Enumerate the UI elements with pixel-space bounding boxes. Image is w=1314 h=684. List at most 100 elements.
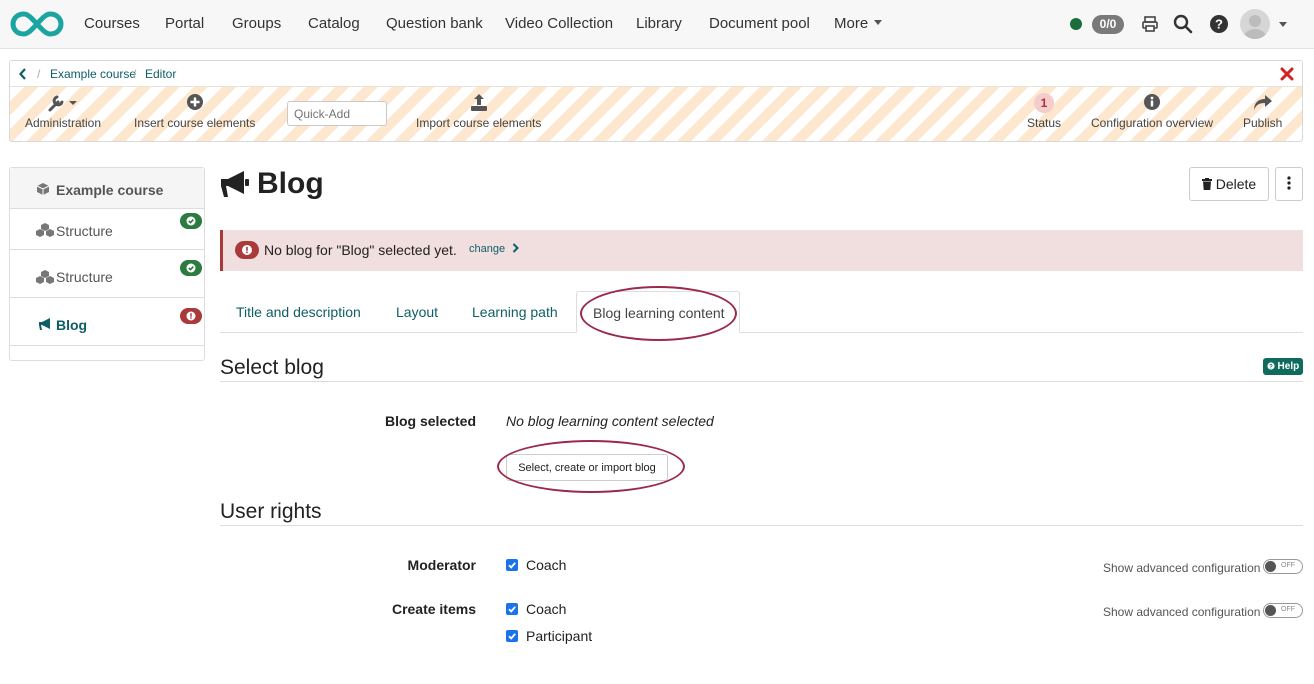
nav-courses[interactable]: Courses bbox=[84, 15, 140, 32]
search-icon[interactable] bbox=[1173, 14, 1193, 34]
select-create-import-blog-button[interactable]: Select, create or import blog bbox=[506, 454, 668, 481]
create-participant-label: Participant bbox=[526, 628, 593, 644]
help-button[interactable]: ? Help bbox=[1263, 358, 1303, 375]
administration-button[interactable]: Administration bbox=[25, 93, 101, 130]
insert-elements-button[interactable]: Insert course elements bbox=[134, 93, 255, 130]
tree-item-structure[interactable]: Structure bbox=[10, 209, 204, 250]
plus-circle-icon bbox=[186, 94, 203, 110]
course-editor-toolbar: / Example course / Editor Administration… bbox=[9, 60, 1303, 142]
info-circle-icon bbox=[1144, 94, 1161, 110]
user-rights-heading: User rights bbox=[220, 500, 1303, 526]
toolbar: Administration Insert course elements Im… bbox=[10, 87, 1302, 141]
tree-item-blog[interactable]: Blog bbox=[10, 298, 204, 346]
advanced-configuration-label: Show advanced configuration bbox=[1103, 605, 1261, 619]
avatar[interactable] bbox=[1240, 9, 1270, 39]
delete-label: Delete bbox=[1215, 176, 1257, 192]
create-coach-label: Coach bbox=[526, 601, 567, 617]
upload-icon bbox=[470, 94, 487, 111]
svg-text:?: ? bbox=[1215, 17, 1223, 32]
ok-status-icon bbox=[180, 213, 202, 229]
back-chevron-icon[interactable] bbox=[19, 68, 27, 80]
chevron-right-icon bbox=[512, 243, 520, 253]
nav-more-label: More bbox=[834, 15, 869, 32]
tree-root-label: Example course bbox=[56, 182, 164, 198]
select-blog-heading: Select blog bbox=[220, 356, 1303, 382]
question-circle-icon: ? bbox=[1267, 362, 1275, 370]
trash-icon bbox=[1201, 178, 1212, 190]
share-arrow-icon bbox=[1253, 95, 1272, 110]
toggle-knob bbox=[1265, 561, 1276, 572]
import-elements-button[interactable]: Import course elements bbox=[416, 93, 541, 130]
more-actions-button[interactable] bbox=[1275, 167, 1303, 201]
breadcrumb-editor[interactable]: Editor bbox=[145, 67, 176, 81]
status-button[interactable]: 1 Status bbox=[1027, 93, 1061, 130]
toggle-off-text: OFF bbox=[1281, 606, 1295, 613]
online-status-icon[interactable] bbox=[1070, 18, 1082, 30]
create-items-advanced-toggle[interactable]: OFF bbox=[1263, 603, 1303, 618]
error-alert: No blog for "Blog" selected yet. change bbox=[220, 230, 1303, 271]
change-link[interactable]: change bbox=[469, 243, 520, 255]
tree-item-label: Structure bbox=[56, 223, 113, 239]
breadcrumb: / Example course / Editor bbox=[10, 61, 1302, 87]
change-link-label: change bbox=[469, 243, 506, 255]
notification-count-badge[interactable]: 0/0 bbox=[1092, 15, 1124, 34]
blog-selected-value: No blog learning content selected bbox=[506, 413, 714, 429]
print-icon[interactable] bbox=[1140, 14, 1160, 34]
tree-item-label: Blog bbox=[56, 317, 88, 333]
tab-learning-path[interactable]: Learning path bbox=[472, 304, 558, 320]
nav-more[interactable]: More bbox=[834, 15, 883, 32]
status-count-badge: 1 bbox=[1034, 93, 1055, 113]
publish-button[interactable]: Publish bbox=[1243, 93, 1282, 130]
vertical-ellipsis-icon bbox=[1287, 175, 1291, 190]
moderator-advanced-toggle[interactable]: OFF bbox=[1263, 559, 1303, 574]
tab-blog-learning-content[interactable]: Blog learning content bbox=[576, 291, 740, 333]
tree-item-label: Structure bbox=[56, 269, 113, 285]
user-silhouette-icon bbox=[1244, 15, 1266, 39]
openolat-logo-icon[interactable] bbox=[10, 9, 64, 39]
checkmark-icon bbox=[508, 562, 516, 569]
user-menu-chevron-icon[interactable] bbox=[1279, 22, 1287, 27]
insert-elements-label: Insert course elements bbox=[134, 116, 256, 130]
chevron-down-icon bbox=[874, 20, 883, 25]
administration-label: Administration bbox=[25, 116, 102, 130]
bullhorn-icon bbox=[221, 171, 249, 197]
cube-icon bbox=[36, 183, 50, 195]
svg-text:?: ? bbox=[1269, 364, 1273, 370]
nav-library[interactable]: Library bbox=[636, 15, 682, 32]
tab-bar: Title and description Layout Learning pa… bbox=[220, 291, 1303, 333]
moderator-coach-label: Coach bbox=[526, 557, 567, 573]
error-status-icon bbox=[180, 308, 202, 324]
nav-video-collection[interactable]: Video Collection bbox=[505, 15, 613, 32]
configuration-overview-label: Configuration overview bbox=[1091, 116, 1214, 130]
tree-item-structure[interactable]: Structure bbox=[10, 250, 204, 298]
toggle-knob bbox=[1265, 605, 1276, 616]
quick-add-input[interactable] bbox=[287, 101, 387, 126]
configuration-overview-button[interactable]: Configuration overview bbox=[1091, 93, 1213, 130]
checkmark-icon bbox=[508, 606, 516, 613]
nav-portal[interactable]: Portal bbox=[165, 15, 204, 32]
toggle-off-text: OFF bbox=[1281, 562, 1295, 569]
help-icon[interactable]: ? bbox=[1209, 14, 1229, 34]
nav-catalog[interactable]: Catalog bbox=[308, 15, 360, 32]
create-participant-checkbox[interactable] bbox=[506, 630, 518, 642]
breadcrumb-example-course[interactable]: Example course bbox=[50, 67, 136, 81]
nav-document-pool[interactable]: Document pool bbox=[709, 15, 810, 32]
wrench-icon bbox=[48, 95, 78, 112]
delete-button[interactable]: Delete bbox=[1189, 167, 1269, 201]
nav-groups[interactable]: Groups bbox=[232, 15, 281, 32]
advanced-configuration-label: Show advanced configuration bbox=[1103, 561, 1261, 575]
alert-message: No blog for "Blog" selected yet. bbox=[264, 242, 457, 258]
tab-layout[interactable]: Layout bbox=[396, 304, 438, 320]
status-label: Status bbox=[1027, 116, 1062, 130]
course-structure-tree: Example course Structure Structure Blog bbox=[9, 167, 205, 361]
moderator-coach-checkbox[interactable] bbox=[506, 559, 518, 571]
create-coach-checkbox[interactable] bbox=[506, 603, 518, 615]
moderator-label: Moderator bbox=[407, 557, 476, 573]
close-editor-icon[interactable] bbox=[1280, 67, 1294, 81]
top-navigation: Courses Portal Groups Catalog Question b… bbox=[0, 0, 1314, 49]
tree-root-example-course[interactable]: Example course bbox=[10, 168, 204, 209]
tab-title-and-description[interactable]: Title and description bbox=[236, 304, 361, 320]
cubes-icon bbox=[36, 223, 54, 237]
create-items-label: Create items bbox=[391, 601, 476, 617]
nav-question-bank[interactable]: Question bank bbox=[386, 15, 483, 32]
